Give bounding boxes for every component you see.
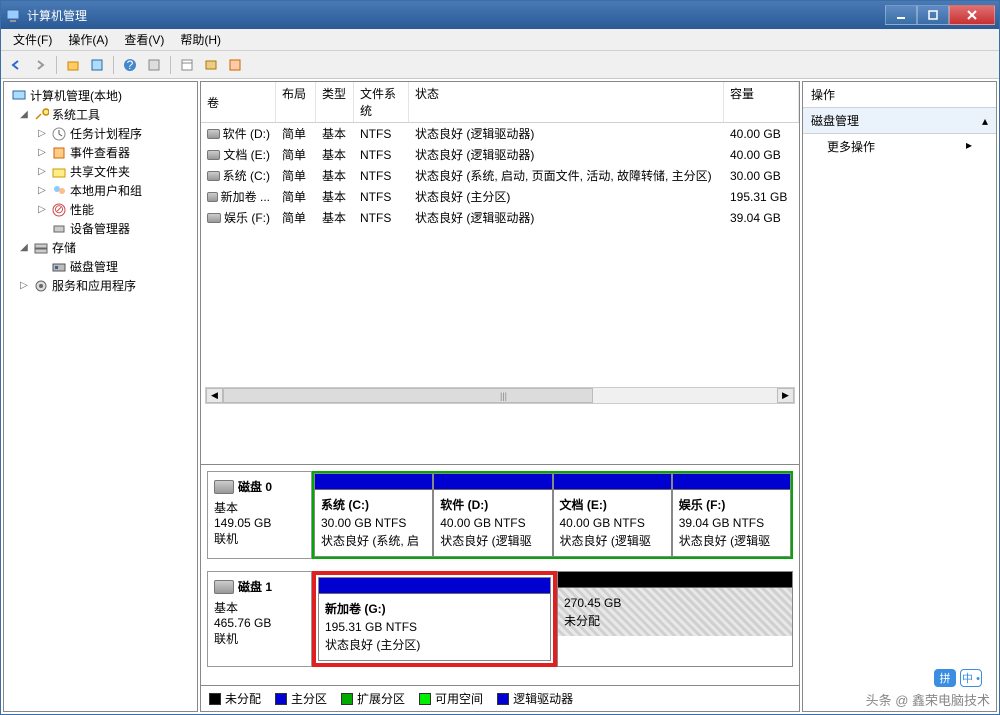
menu-view[interactable]: 查看(V) [116, 29, 172, 50]
volume-icon [207, 171, 220, 181]
computer-icon [11, 88, 27, 104]
volume-list-header[interactable]: 卷 布局 类型 文件系统 状态 容量 [201, 82, 799, 123]
partition[interactable]: 文档 (E:)40.00 GB NTFS状态良好 (逻辑驱 [553, 473, 672, 557]
help-button[interactable]: ? [119, 54, 141, 76]
volume-icon [207, 150, 220, 160]
storage-icon [33, 240, 49, 256]
partition[interactable]: 娱乐 (F:)39.04 GB NTFS状态良好 (逻辑驱 [672, 473, 791, 557]
tree-system-tools[interactable]: ◢系统工具 [4, 105, 197, 124]
volume-icon [207, 213, 221, 223]
tools-icon [33, 107, 49, 123]
disk0-partitions: 系统 (C:)30.00 GB NTFS状态良好 (系统, 启软件 (D:)40… [312, 471, 793, 559]
up-button[interactable] [62, 54, 84, 76]
col-filesystem[interactable]: 文件系统 [354, 82, 409, 122]
tree-performance[interactable]: ▷⊘性能 [4, 200, 197, 219]
col-type[interactable]: 类型 [316, 82, 354, 122]
watermark-icons: 拼 中 • [934, 669, 982, 687]
tree-task-scheduler[interactable]: ▷任务计划程序 [4, 124, 197, 143]
maximize-button[interactable] [917, 5, 949, 25]
actions-more[interactable]: 更多操作▸ [803, 134, 996, 159]
disk1-row[interactable]: 磁盘 1 基本 465.76 GB 联机 新加卷 (G:) 195.31 GB … [207, 571, 793, 667]
back-button[interactable] [5, 54, 27, 76]
tree-disk-management[interactable]: 磁盘管理 [4, 257, 197, 276]
clock-icon [51, 126, 67, 142]
disk-graph-area: 磁盘 0 基本 149.05 GB 联机 系统 (C:)30.00 GB NTF… [201, 464, 799, 685]
col-status[interactable]: 状态 [409, 82, 724, 122]
center-pane: 卷 布局 类型 文件系统 状态 容量 软件 (D:)简单基本NTFS状态良好 (… [200, 81, 800, 712]
legend-logical: 逻辑驱动器 [513, 690, 573, 707]
close-button[interactable] [949, 5, 995, 25]
scroll-right-button[interactable]: ▶ [777, 388, 794, 403]
volume-icon [207, 192, 218, 202]
col-capacity[interactable]: 容量 [724, 82, 799, 122]
menu-file[interactable]: 文件(F) [5, 29, 60, 50]
partition[interactable]: 软件 (D:)40.00 GB NTFS状态良好 (逻辑驱 [433, 473, 552, 557]
disk0-row[interactable]: 磁盘 0 基本 149.05 GB 联机 系统 (C:)30.00 GB NTF… [207, 471, 793, 559]
tree-event-viewer[interactable]: ▷事件查看器 [4, 143, 197, 162]
unallocated-space[interactable]: 270.45 GB 未分配 [557, 571, 793, 667]
svg-text:?: ? [127, 58, 134, 72]
horizontal-scrollbar[interactable]: ◀ ||| ▶ [205, 387, 795, 404]
minimize-button[interactable] [885, 5, 917, 25]
services-icon [33, 278, 49, 294]
tree-device-manager[interactable]: 设备管理器 [4, 219, 197, 238]
tool-icon-3[interactable] [224, 54, 246, 76]
volume-icon [207, 129, 220, 139]
event-icon [51, 145, 67, 161]
forward-button[interactable] [29, 54, 51, 76]
legend-unallocated: 未分配 [225, 690, 261, 707]
disk-icon [214, 580, 234, 594]
tool-icon-1[interactable] [176, 54, 198, 76]
tree-shared-folders[interactable]: ▷共享文件夹 [4, 162, 197, 181]
properties-button[interactable] [86, 54, 108, 76]
watermark-text: 头条 @ 鑫荣电脑技术 [866, 690, 990, 709]
tree-local-users[interactable]: ▷本地用户和组 [4, 181, 197, 200]
partition-g[interactable]: 新加卷 (G:) 195.31 GB NTFS 状态良好 (主分区) [318, 577, 551, 661]
chevron-right-icon: ▸ [966, 138, 972, 155]
disk-mgmt-icon [51, 259, 67, 275]
folder-icon [51, 164, 67, 180]
volume-row[interactable]: 软件 (D:)简单基本NTFS状态良好 (逻辑驱动器)40.00 GB [201, 123, 799, 144]
view-button[interactable] [143, 54, 165, 76]
svg-text:⊘: ⊘ [54, 202, 64, 216]
device-icon [51, 221, 67, 237]
disk0-info: 磁盘 0 基本 149.05 GB 联机 [207, 471, 312, 559]
tool-icon-2[interactable] [200, 54, 222, 76]
partition[interactable]: 系统 (C:)30.00 GB NTFS状态良好 (系统, 启 [314, 473, 433, 557]
menu-help[interactable]: 帮助(H) [172, 29, 229, 50]
collapse-icon: ▴ [982, 114, 988, 128]
menu-action[interactable]: 操作(A) [60, 29, 116, 50]
scroll-left-button[interactable]: ◀ [206, 388, 223, 403]
actions-pane: 操作 磁盘管理▴ 更多操作▸ [802, 81, 997, 712]
titlebar: 计算机管理 [1, 1, 999, 29]
volume-list[interactable]: 软件 (D:)简单基本NTFS状态良好 (逻辑驱动器)40.00 GB文档 (E… [201, 123, 799, 228]
legend-primary: 主分区 [291, 690, 327, 707]
volume-row[interactable]: 新加卷 ...简单基本NTFS状态良好 (主分区)195.31 GB [201, 186, 799, 207]
scroll-thumb[interactable] [223, 388, 593, 403]
app-icon [5, 7, 21, 23]
volume-row[interactable]: 文档 (E:)简单基本NTFS状态良好 (逻辑驱动器)40.00 GB [201, 144, 799, 165]
actions-disk-management[interactable]: 磁盘管理▴ [803, 108, 996, 134]
users-icon [51, 183, 67, 199]
volume-row[interactable]: 娱乐 (F:)简单基本NTFS状态良好 (逻辑驱动器)39.04 GB [201, 207, 799, 228]
window-title: 计算机管理 [27, 7, 885, 24]
volume-row[interactable]: 系统 (C:)简单基本NTFS状态良好 (系统, 启动, 页面文件, 活动, 故… [201, 165, 799, 186]
legend: 未分配 主分区 扩展分区 可用空间 逻辑驱动器 [201, 685, 799, 711]
disk-icon [214, 480, 234, 494]
actions-header: 操作 [803, 82, 996, 108]
tree-root[interactable]: 计算机管理(本地) [4, 86, 197, 105]
legend-free: 可用空间 [435, 690, 483, 707]
tree-storage[interactable]: ◢存储 [4, 238, 197, 257]
tree-services[interactable]: ▷服务和应用程序 [4, 276, 197, 295]
highlighted-partition: 新加卷 (G:) 195.31 GB NTFS 状态良好 (主分区) [312, 571, 557, 667]
menubar: 文件(F) 操作(A) 查看(V) 帮助(H) [1, 29, 999, 51]
tree-pane[interactable]: 计算机管理(本地) ◢系统工具 ▷任务计划程序 ▷事件查看器 ▷共享文件夹 ▷本… [3, 81, 198, 712]
col-volume[interactable]: 卷 [201, 82, 276, 122]
col-layout[interactable]: 布局 [276, 82, 316, 122]
perf-icon: ⊘ [51, 202, 67, 218]
disk1-info: 磁盘 1 基本 465.76 GB 联机 [207, 571, 312, 667]
toolbar: ? [1, 51, 999, 79]
legend-extended: 扩展分区 [357, 690, 405, 707]
